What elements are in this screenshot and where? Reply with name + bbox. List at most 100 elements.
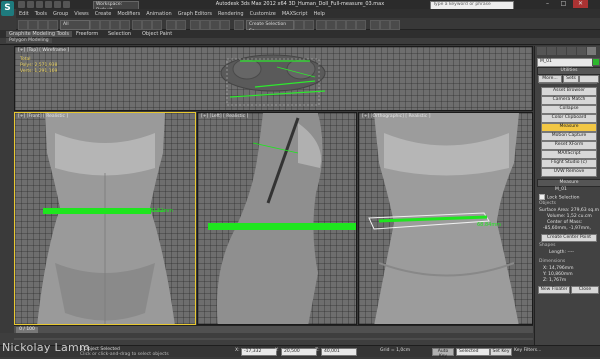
viewport-top[interactable]: [+] [Top] [ Wireframe ] Total Polys: 2,5…: [14, 46, 533, 111]
tab-graphite-modeling-tools[interactable]: Graphite Modeling Tools: [6, 31, 73, 37]
minimize-icon[interactable]: –: [540, 0, 555, 8]
time-slider[interactable]: 0 / 100: [14, 325, 533, 333]
menu-group[interactable]: Group: [50, 11, 71, 17]
y-coord-field[interactable]: 20,500: [281, 348, 317, 356]
link-icon[interactable]: [38, 20, 48, 30]
close-window-icon[interactable]: ✕: [573, 0, 588, 8]
hold-icon[interactable]: [63, 1, 70, 8]
scale-icon[interactable]: [152, 20, 162, 30]
motion-capture-button[interactable]: Motion Capture: [541, 132, 597, 141]
hierarchy-tab-icon[interactable]: [557, 47, 566, 55]
reset-xform-button[interactable]: Reset XForm: [541, 141, 597, 150]
z-coord-field[interactable]: 40,001: [321, 348, 357, 356]
window-crossing-icon[interactable]: [120, 20, 130, 30]
configure-sets-button[interactable]: [579, 75, 599, 83]
menu-views[interactable]: Views: [71, 11, 91, 17]
viewport-front-label[interactable]: [+] [Front] [ Realistic ]: [18, 114, 68, 119]
reference-coord-icon[interactable]: [166, 20, 176, 30]
select-by-name-icon[interactable]: [100, 20, 110, 30]
maxscript-button[interactable]: MAXScript: [541, 150, 597, 159]
menu-animation[interactable]: Animation: [143, 11, 175, 17]
object-color-swatch[interactable]: [592, 58, 600, 66]
rendered-frame-icon[interactable]: [380, 20, 390, 30]
undo-icon[interactable]: [45, 1, 52, 8]
motion-tab-icon[interactable]: [567, 47, 576, 55]
schematic-view-icon[interactable]: [346, 20, 356, 30]
object-name-field[interactable]: M_01: [537, 58, 593, 67]
x-coord-field[interactable]: -17,332: [241, 348, 277, 356]
render-setup-icon[interactable]: [370, 20, 380, 30]
mirror-icon[interactable]: [294, 20, 304, 30]
spinner-snap-icon[interactable]: [220, 20, 230, 30]
measure-rollout[interactable]: Measure: [537, 179, 600, 187]
viewport-left[interactable]: [+] [Left] [ Realistic ]: [197, 112, 357, 325]
key-filters-button[interactable]: Key Filters...: [514, 348, 541, 353]
edit-named-selection-icon[interactable]: [234, 20, 244, 30]
sets-button[interactable]: Sets: [563, 75, 579, 83]
save-file-icon[interactable]: [36, 1, 43, 8]
utilities-rollout[interactable]: Utilities: [537, 67, 600, 75]
set-key-mode-dropdown[interactable]: Selected: [456, 348, 490, 356]
uvw-remove-button[interactable]: UVW Remove: [541, 168, 597, 177]
viewport-left-label[interactable]: [+] [Left] [ Realistic ]: [201, 114, 248, 119]
menu-create[interactable]: Create: [92, 11, 115, 17]
redo-icon[interactable]: [54, 1, 61, 8]
select-object-icon[interactable]: [90, 20, 100, 30]
pivot-icon[interactable]: [176, 20, 186, 30]
rotate-icon[interactable]: [142, 20, 152, 30]
menu-graph-editors[interactable]: Graph Editors: [175, 11, 215, 17]
new-file-icon[interactable]: [18, 1, 25, 8]
new-floater-button[interactable]: New Floater: [538, 286, 570, 294]
menu-rendering[interactable]: Rendering: [215, 11, 247, 17]
camera-match-button[interactable]: Camera Match: [541, 96, 597, 105]
set-key-button[interactable]: Set Key: [490, 348, 512, 356]
more-button[interactable]: More...: [538, 75, 562, 83]
curve-editor-icon[interactable]: [336, 20, 346, 30]
redo-tool-icon[interactable]: [28, 20, 38, 30]
measure-button[interactable]: Measure: [541, 123, 597, 132]
maximize-icon[interactable]: □: [556, 0, 571, 8]
create-center-point-button[interactable]: Create Center Point: [541, 234, 597, 242]
open-file-icon[interactable]: [27, 1, 34, 8]
menu-edit[interactable]: Edit: [16, 11, 32, 17]
display-tab-icon[interactable]: [577, 47, 586, 55]
align-icon[interactable]: [304, 20, 314, 30]
asset-browser-button[interactable]: Asset Browser: [541, 87, 597, 96]
app-logo-icon[interactable]: S: [1, 1, 14, 16]
menu-tools[interactable]: Tools: [32, 11, 50, 17]
polygon-modeling-panel[interactable]: Polygon Modeling: [6, 38, 52, 43]
utilities-tab-icon[interactable]: [587, 47, 596, 55]
percent-snap-icon[interactable]: [210, 20, 220, 30]
render-production-icon[interactable]: [390, 20, 400, 30]
create-tab-icon[interactable]: [537, 47, 546, 55]
viewport-front[interactable]: [+] [Front] [ Realistic ] 70.82mm: [14, 112, 196, 325]
named-selection-set-dropdown[interactable]: Create Selection Se: [246, 20, 294, 34]
material-editor-icon[interactable]: [356, 20, 366, 30]
menu-help[interactable]: Help: [311, 11, 328, 17]
tab-selection[interactable]: Selection: [108, 31, 131, 37]
unlink-icon[interactable]: [48, 20, 58, 30]
lock-selection-checkbox[interactable]: Lock Selection: [539, 194, 579, 201]
viewport-top-label[interactable]: [+] [Top] [ Wireframe ]: [18, 48, 69, 53]
snaps-toggle-icon[interactable]: [190, 20, 200, 30]
undo-tool-icon[interactable]: [18, 20, 28, 30]
angle-snap-icon[interactable]: [200, 20, 210, 30]
tab-freeform[interactable]: Freeform: [76, 31, 98, 37]
graphite-toggle-icon[interactable]: [326, 20, 336, 30]
viewport-orthographic[interactable]: [+] [Orthographic] [ Realistic ] 68.84mm: [358, 112, 533, 325]
auto-key-button[interactable]: Auto Key: [432, 348, 454, 359]
selection-filter-dropdown[interactable]: All: [60, 20, 90, 30]
modify-tab-icon[interactable]: [547, 47, 556, 55]
menu-customize[interactable]: Customize: [247, 11, 279, 17]
layer-manager-icon[interactable]: [316, 20, 326, 30]
viewport-ortho-label[interactable]: [+] [Orthographic] [ Realistic ]: [362, 114, 430, 119]
menu-maxscript[interactable]: MAXScript: [279, 11, 311, 17]
selection-region-icon[interactable]: [110, 20, 120, 30]
collapse-button[interactable]: Collapse: [541, 105, 597, 114]
color-clipboard-button[interactable]: Color Clipboard: [541, 114, 597, 123]
flight-studio-button[interactable]: Flight Studio (c): [541, 159, 597, 168]
menu-modifiers[interactable]: Modifiers: [114, 11, 143, 17]
close-button[interactable]: Close: [571, 286, 599, 294]
tab-object-paint[interactable]: Object Paint: [142, 31, 172, 37]
move-icon[interactable]: [132, 20, 142, 30]
